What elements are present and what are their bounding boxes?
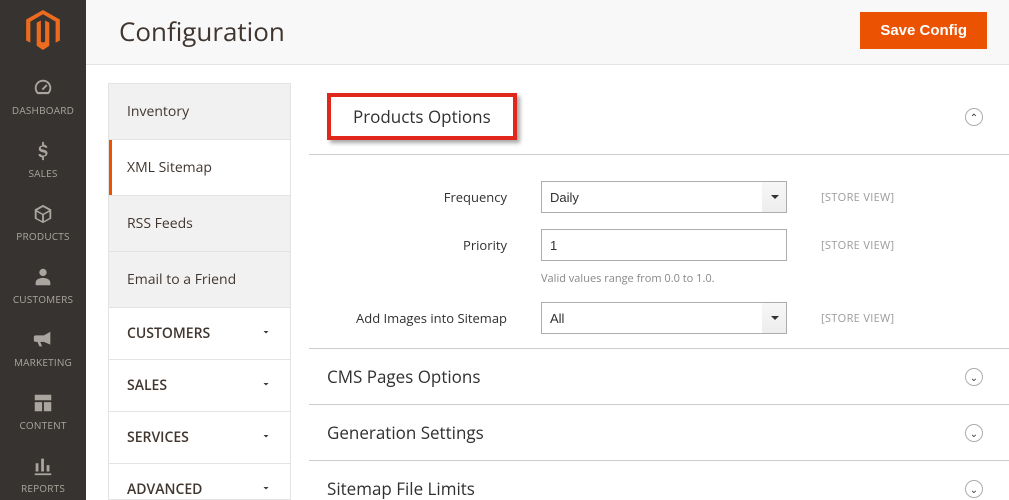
sidebar-item-label: SALES (28, 166, 57, 180)
tab-group-label: SERVICES (127, 428, 189, 447)
page-title: Configuration (119, 13, 285, 49)
config-tabs: Inventory XML Sitemap RSS Feeds Email to… (108, 83, 291, 500)
collapse-icon: ⌃ (965, 108, 983, 126)
chevron-down-icon (260, 376, 272, 395)
section-title: Sitemap File Limits (327, 477, 475, 500)
section-title: CMS Pages Options (327, 365, 480, 388)
tab-label: RSS Feeds (127, 214, 193, 233)
admin-sidebar: DASHBOARD SALES PRODUCTS CUSTOMERS MARKE… (0, 0, 86, 500)
section-products-options-header[interactable]: Products Options ⌃ (309, 83, 1009, 155)
sidebar-item-content[interactable]: CONTENT (0, 381, 86, 444)
dashboard-icon (2, 76, 84, 100)
sidebar-item-marketing[interactable]: MARKETING (0, 318, 86, 381)
layout-icon (2, 391, 84, 415)
tab-group-customers[interactable]: CUSTOMERS (109, 307, 290, 359)
tab-label: Inventory (127, 102, 189, 121)
save-config-button[interactable]: Save Config (860, 12, 987, 49)
field-label: Add Images into Sitemap (309, 309, 541, 327)
tab-label: Email to a Friend (127, 270, 236, 289)
tab-label: XML Sitemap (127, 158, 212, 177)
megaphone-icon (2, 328, 84, 352)
sidebar-item-label: CUSTOMERS (13, 292, 73, 306)
expand-icon: ⌄ (965, 424, 983, 442)
tab-email-friend[interactable]: Email to a Friend (109, 251, 290, 307)
section-title: Generation Settings (327, 421, 484, 444)
field-frequency: Frequency Daily [STORE VIEW] (309, 173, 1009, 221)
chevron-down-icon (260, 324, 272, 343)
person-icon (2, 265, 84, 289)
tab-xml-sitemap[interactable]: XML Sitemap (109, 139, 290, 195)
scope-label: [STORE VIEW] (821, 311, 894, 326)
tab-inventory[interactable]: Inventory (109, 83, 290, 139)
section-sitemap-file-limits[interactable]: Sitemap File Limits ⌄ (309, 461, 1009, 500)
sidebar-item-customers[interactable]: CUSTOMERS (0, 255, 86, 318)
sidebar-item-label: PRODUCTS (16, 229, 69, 243)
tab-group-sales[interactable]: SALES (109, 359, 290, 411)
sidebar-item-sales[interactable]: SALES (0, 129, 86, 192)
scope-label: [STORE VIEW] (821, 238, 894, 253)
field-priority: Priority [STORE VIEW] (309, 221, 1009, 269)
sidebar-item-label: REPORTS (21, 481, 65, 495)
section-generation-settings[interactable]: Generation Settings ⌄ (309, 405, 1009, 460)
chevron-down-icon (260, 428, 272, 447)
expand-icon: ⌄ (965, 480, 983, 498)
cube-icon (2, 202, 84, 226)
expand-icon: ⌄ (965, 368, 983, 386)
chevron-down-icon (260, 480, 272, 499)
tab-group-services[interactable]: SERVICES (109, 411, 290, 463)
add-images-select[interactable]: All (541, 302, 787, 334)
field-label: Frequency (309, 188, 541, 206)
sidebar-item-dashboard[interactable]: DASHBOARD (0, 66, 86, 129)
field-label: Priority (309, 236, 541, 254)
sidebar-item-label: MARKETING (14, 355, 72, 369)
magento-logo[interactable] (0, 0, 86, 66)
field-add-images: Add Images into Sitemap All [STORE VIEW] (309, 294, 1009, 342)
config-panel: Products Options ⌃ Frequency Daily [STOR… (291, 83, 1009, 500)
priority-input[interactable] (541, 229, 787, 261)
section-title: Products Options (327, 93, 517, 140)
bar-chart-icon (2, 454, 84, 478)
tab-group-label: CUSTOMERS (127, 324, 210, 343)
section-cms-pages-options[interactable]: CMS Pages Options ⌄ (309, 349, 1009, 404)
sidebar-item-reports[interactable]: REPORTS (0, 444, 86, 500)
priority-note: Valid values range from 0.0 to 1.0. (309, 269, 1009, 294)
tab-group-advanced[interactable]: ADVANCED (109, 463, 290, 500)
section-products-options-body: Frequency Daily [STORE VIEW] Priority [S… (309, 155, 1009, 348)
sidebar-item-label: CONTENT (19, 418, 66, 432)
scope-label: [STORE VIEW] (821, 190, 894, 205)
tab-group-label: ADVANCED (127, 480, 202, 499)
dollar-icon (2, 139, 84, 163)
frequency-select[interactable]: Daily (541, 181, 787, 213)
tab-rss-feeds[interactable]: RSS Feeds (109, 195, 290, 251)
page-header: Configuration Save Config (86, 0, 1009, 65)
sidebar-item-products[interactable]: PRODUCTS (0, 192, 86, 255)
sidebar-item-label: DASHBOARD (12, 103, 74, 117)
tab-group-label: SALES (127, 376, 167, 395)
